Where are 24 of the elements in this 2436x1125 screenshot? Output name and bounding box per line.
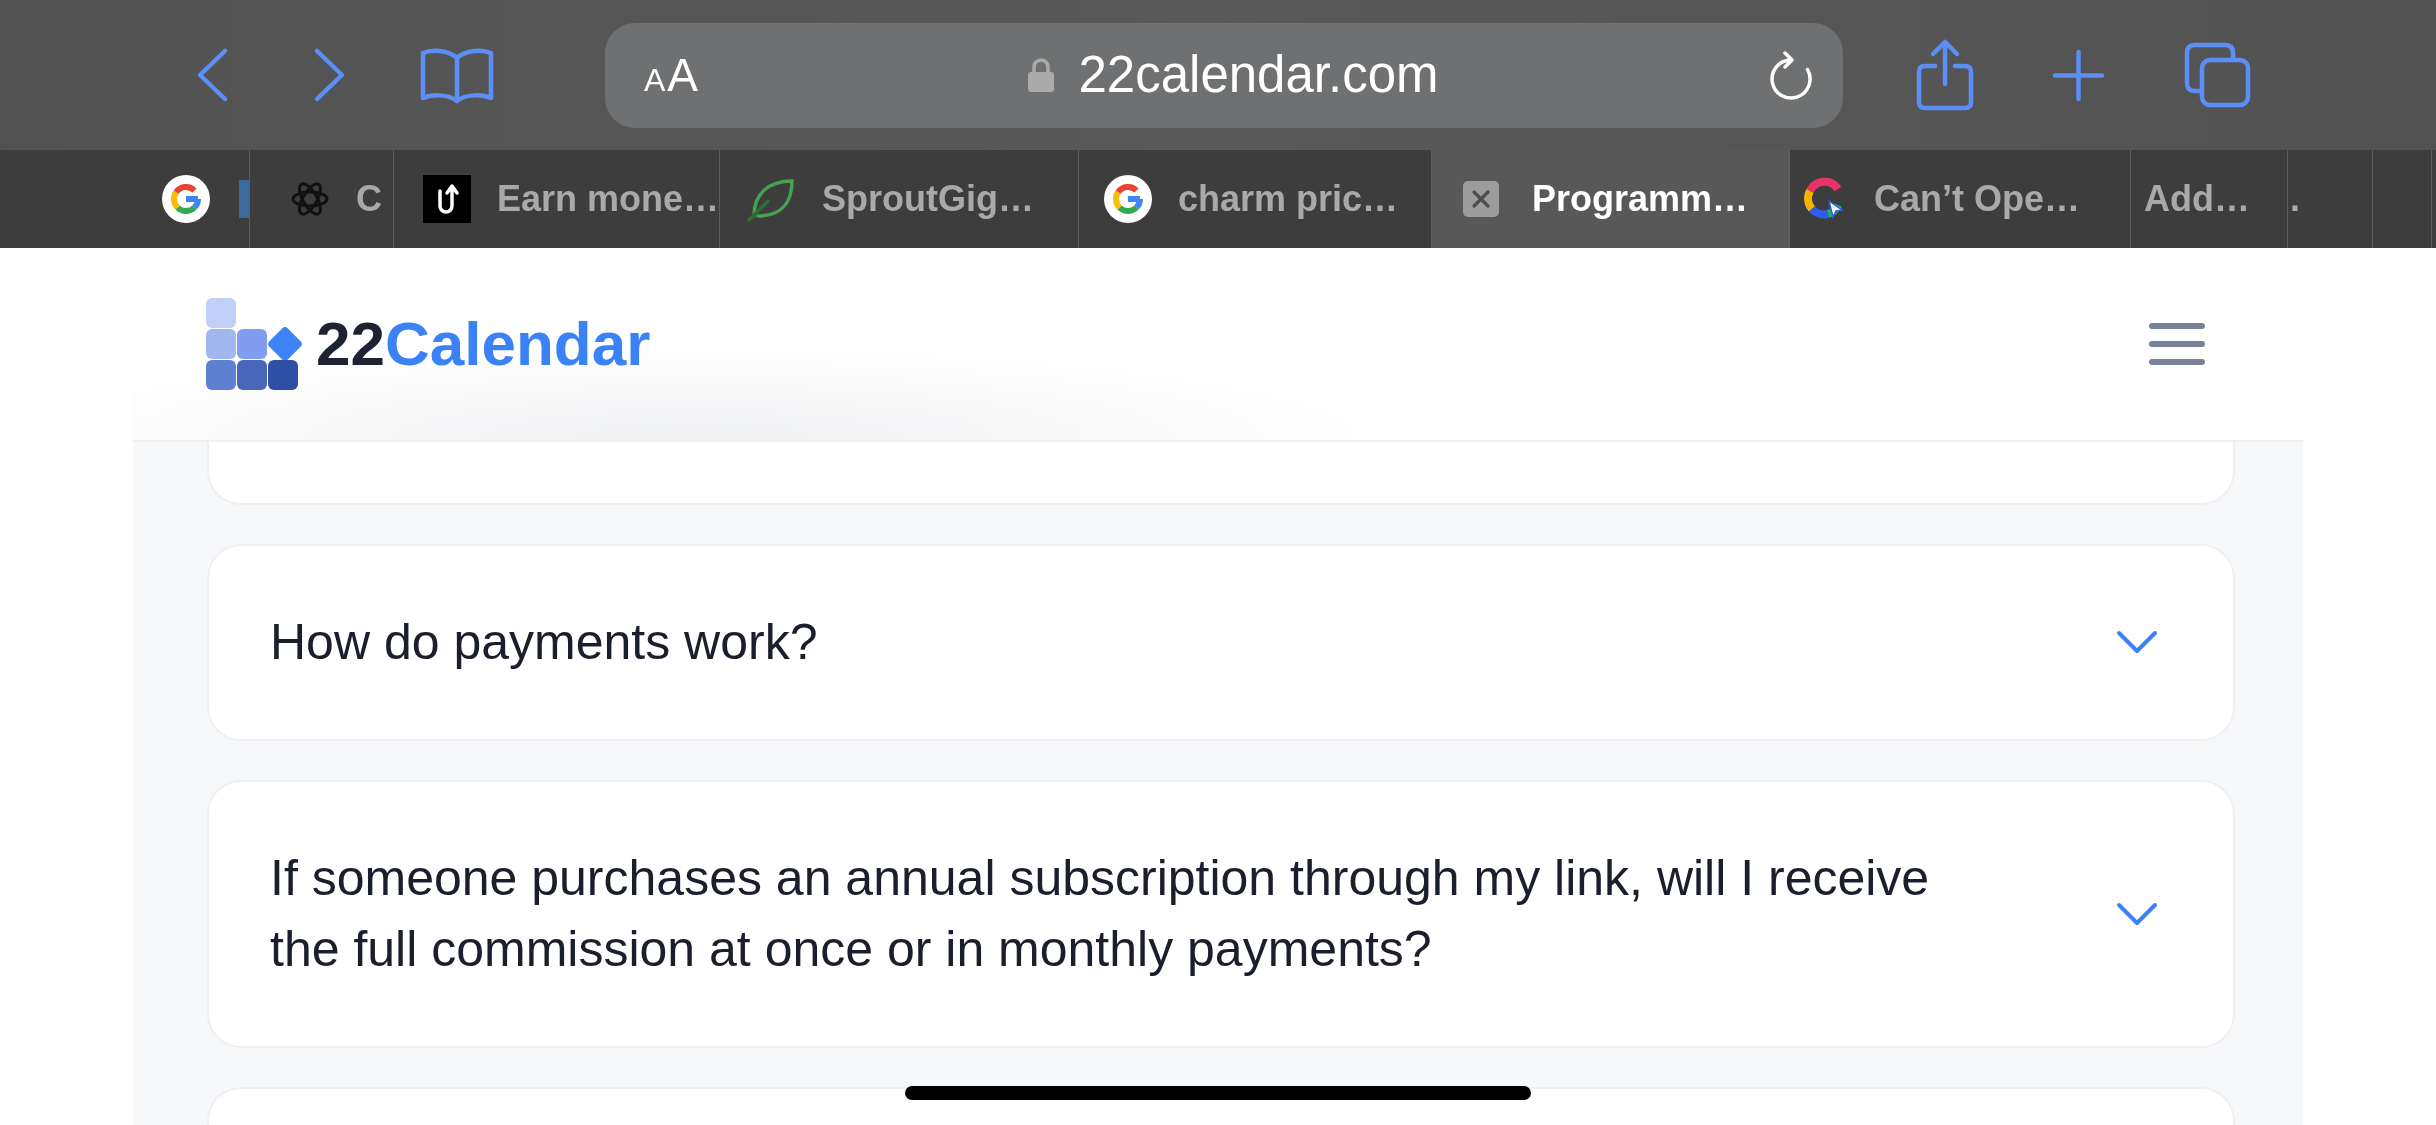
url-text[interactable]: 22calendar.com [1078,46,1439,104]
faq-item[interactable]: If someone purchases an annual subscription through my link, will I receive the full commission at once or in monthly payments? [207,780,2235,1048]
address-bar[interactable]: AA 22calendar.com [605,22,1843,128]
atom-icon [290,181,330,217]
menu-icon[interactable] [2149,323,2205,365]
lock-icon [1027,57,1056,93]
logo-icon[interactable] [206,298,304,390]
browser-tab[interactable]: Programm… [1432,150,1790,248]
swirl-cursor-icon [1802,177,1846,221]
arrow-tile-icon [423,175,471,223]
share-icon[interactable] [1915,38,1975,112]
close-icon[interactable] [1463,181,1499,217]
faq-item[interactable]: How do payments work? [207,544,2235,741]
tabs-icon[interactable] [2183,41,2252,109]
book-icon[interactable] [420,46,494,104]
text-size-button[interactable]: AA [644,52,699,98]
reload-icon[interactable] [1768,48,1814,102]
g-logo-icon [162,175,210,223]
leaf-icon [746,176,796,222]
plus-icon[interactable] [2052,48,2105,102]
forward-icon[interactable] [313,47,347,103]
logo-text[interactable]: 22Calendar [316,309,651,379]
back-icon[interactable] [195,47,229,103]
g-logo-icon [1104,175,1152,223]
